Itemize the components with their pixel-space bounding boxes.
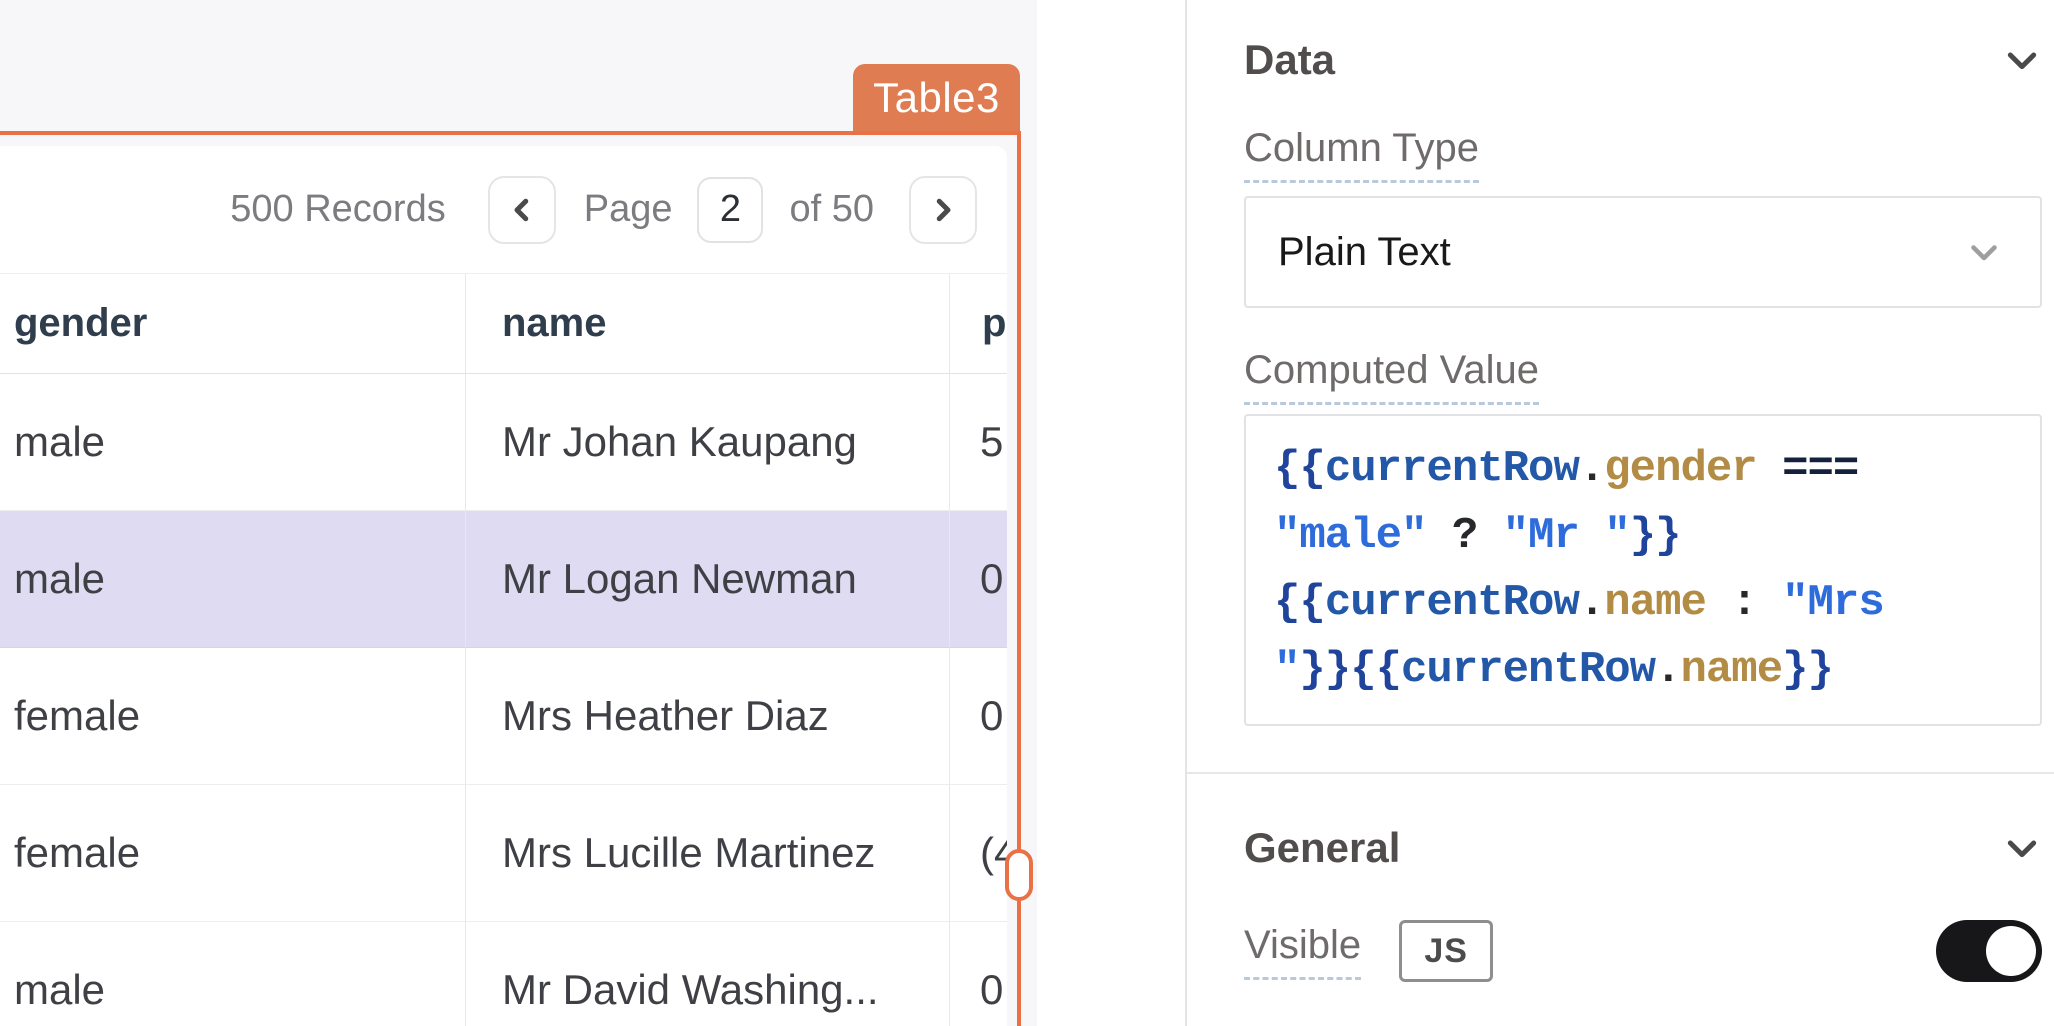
column-header-name[interactable]: name [466, 274, 950, 373]
chevron-down-icon [2002, 828, 2042, 868]
visible-label: Visible [1244, 923, 1361, 980]
table-row[interactable]: male Mr Johan Kaupang 5 [0, 374, 1007, 511]
next-page-button[interactable] [909, 176, 977, 244]
table-pagination: 500 Records Page of 50 [0, 146, 1007, 273]
cell-gender: female [0, 648, 466, 784]
section-header-data[interactable]: Data [1244, 34, 2042, 86]
visible-toggle[interactable] [1936, 920, 2042, 982]
page-number-input[interactable] [697, 177, 763, 243]
chevron-down-icon [1966, 234, 2002, 270]
section-separator [1187, 772, 2054, 774]
data-section-title: Data [1244, 36, 1335, 84]
record-count-label: 500 Records [230, 188, 445, 231]
table-row[interactable]: male Mr Logan Newman 0 [0, 511, 1007, 648]
cell-name: Mr Johan Kaupang [466, 374, 950, 510]
table-row[interactable]: female Mrs Heather Diaz 0 [0, 648, 1007, 785]
general-section-title: General [1244, 824, 1400, 872]
cell-p: (4 [950, 785, 1007, 921]
chevron-down-icon [2002, 40, 2042, 80]
column-type-label: Column Type [1244, 126, 1479, 183]
column-header-p[interactable]: p [950, 274, 1007, 373]
js-toggle-badge[interactable]: JS [1399, 920, 1493, 982]
cell-gender: male [0, 922, 466, 1026]
cell-name: Mr Logan Newman [466, 511, 950, 647]
cell-gender: male [0, 374, 466, 510]
cell-name: Mrs Lucille Martinez [466, 785, 950, 921]
resize-handle[interactable] [1005, 849, 1033, 901]
table-row[interactable]: male Mr David Washing... 0 [0, 922, 1007, 1026]
table-widget: 500 Records Page of 50 gender name [0, 146, 1007, 1026]
table-row[interactable]: female Mrs Lucille Martinez (4 [0, 785, 1007, 922]
table-header-row: gender name p [0, 273, 1007, 374]
canvas: Table3 500 Records Page of 50 [0, 0, 1037, 1026]
widget-name-label: Table3 [873, 74, 1000, 122]
page-label: Page [584, 188, 673, 231]
cell-p: 0 [950, 511, 1007, 647]
property-inspector-panel: Data Column Type Plain Text Computed Val… [1187, 0, 2054, 1026]
column-header-gender[interactable]: gender [0, 274, 466, 373]
widget-name-tab[interactable]: Table3 [853, 64, 1020, 132]
section-header-general[interactable]: General [1244, 822, 2042, 874]
cell-gender: female [0, 785, 466, 921]
table-body: male Mr Johan Kaupang 5 male Mr Logan Ne… [0, 374, 1007, 1026]
computed-value-label: Computed Value [1244, 348, 1539, 405]
chevron-left-icon [507, 195, 537, 225]
cell-p: 0 [950, 922, 1007, 1026]
page-total-label: of 50 [789, 188, 874, 231]
cell-name: Mr David Washing... [466, 922, 950, 1026]
app-editor-screen: Table3 500 Records Page of 50 [0, 0, 2054, 1026]
prev-page-button[interactable] [488, 176, 556, 244]
code-editor[interactable]: {{currentRow.gender ==="male" ? "Mr "}}{… [1244, 414, 2042, 726]
cell-p: 5 [950, 374, 1007, 510]
selection-border-top [0, 131, 1021, 135]
cell-name: Mrs Heather Diaz [466, 648, 950, 784]
column-type-select[interactable]: Plain Text [1244, 196, 2042, 308]
cell-gender: male [0, 511, 466, 647]
toggle-knob [1986, 926, 2036, 976]
column-type-value: Plain Text [1278, 230, 1451, 275]
chevron-right-icon [928, 195, 958, 225]
cell-p: 0 [950, 648, 1007, 784]
visible-property-row: Visible JS [1244, 916, 2042, 986]
